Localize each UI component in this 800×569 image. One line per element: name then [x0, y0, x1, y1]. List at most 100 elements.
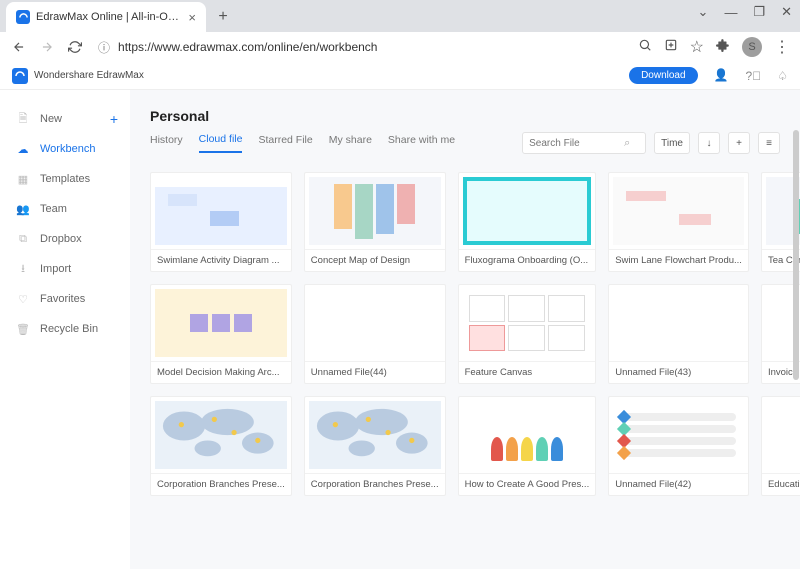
browser-chrome: EdrawMax Online | All-in-One Diag × + ⌄ … — [0, 0, 800, 62]
minimize-icon[interactable]: — — [724, 5, 737, 20]
sidebar-item-label: Import — [40, 263, 71, 275]
file-card[interactable]: Swim Lane Flowchart Produ... — [608, 172, 749, 272]
browser-tab[interactable]: EdrawMax Online | All-in-One Diag × — [6, 2, 206, 32]
sidebar-item-team[interactable]: 👥Team — [0, 194, 130, 224]
trash-icon: 🗑 — [16, 322, 30, 336]
tab-starred-file[interactable]: Starred File — [258, 134, 312, 152]
file-card[interactable]: Concept Map of Design — [304, 172, 446, 272]
cloud-icon: ☁ — [16, 142, 30, 156]
file-grid: Swimlane Activity Diagram ... Concept Map… — [150, 172, 780, 496]
bell-icon[interactable]: ♤ — [777, 69, 788, 83]
sidebar-item-label: New — [40, 113, 62, 125]
search-icon[interactable]: ⌕ — [624, 137, 630, 150]
tab-favicon — [16, 10, 30, 24]
sort-direction-button[interactable]: ↓ — [698, 132, 720, 154]
file-thumbnail — [463, 401, 592, 469]
file-title: Model Decision Making Arc... — [151, 361, 291, 383]
app-header: Wondershare EdrawMax Download 👤 ?⃝ ♤ — [0, 62, 800, 90]
tab-history[interactable]: History — [150, 134, 183, 152]
search-input[interactable] — [529, 138, 624, 149]
sidebar-item-workbench[interactable]: ☁ Workbench — [0, 134, 130, 164]
forward-button — [38, 38, 56, 56]
file-thumbnail — [613, 177, 744, 245]
add-button[interactable]: + — [728, 132, 750, 154]
heart-icon: ♡ — [16, 292, 30, 306]
close-window-icon[interactable]: ✕ — [781, 4, 792, 20]
file-card[interactable]: Feature Canvas — [458, 284, 597, 384]
new-tab-button[interactable]: + — [210, 4, 236, 30]
tab-cloud-file[interactable]: Cloud file — [199, 133, 243, 153]
sidebar-item-recycle-bin[interactable]: 🗑 Recycle Bin — [0, 314, 130, 344]
file-card[interactable]: Corporation Branches Prese... — [150, 396, 292, 496]
main-area: Personal HistoryCloud fileStarred FileMy… — [130, 90, 800, 569]
file-card[interactable]: Corporation Branches Prese... — [304, 396, 446, 496]
file-plus-icon: 🗎 — [16, 112, 30, 126]
download-button[interactable]: Download — [629, 67, 697, 84]
sidebar-item-label: Recycle Bin — [40, 323, 98, 335]
file-title: Corporation Branches Prese... — [151, 473, 291, 495]
sort-button[interactable]: Time — [654, 132, 690, 154]
star-icon[interactable]: ☆ — [690, 37, 704, 57]
sidebar-item-favorites[interactable]: ♡ Favorites — [0, 284, 130, 314]
file-thumbnail — [613, 401, 744, 469]
file-thumbnail — [155, 177, 287, 245]
file-title: How to Create A Good Pres... — [459, 473, 596, 495]
user-avatar-icon[interactable]: 👤 — [714, 68, 730, 84]
reload-button[interactable] — [66, 38, 84, 56]
chevron-down-icon[interactable]: ⌄ — [698, 4, 709, 20]
sidebar-item-label: Workbench — [40, 143, 95, 155]
import-icon: ⭳ — [16, 262, 30, 276]
file-thumbnail — [155, 289, 287, 357]
file-thumbnail — [309, 289, 441, 357]
file-card[interactable]: Unnamed File(43) — [608, 284, 749, 384]
file-card[interactable]: Swimlane Activity Diagram ... — [150, 172, 292, 272]
file-title: Fluxograma Onboarding (O... — [459, 249, 596, 271]
address-actions: ☆ S ⋮ — [638, 37, 790, 57]
url-field[interactable]: ⓘ https://www.edrawmax.com/online/en/wor… — [94, 37, 628, 58]
zoom-icon[interactable] — [638, 38, 652, 57]
plus-icon[interactable]: + — [110, 111, 118, 127]
sidebar-item-label: Favorites — [40, 293, 85, 305]
sidebar-item-new[interactable]: 🗎 New + — [0, 104, 130, 134]
sidebar-item-label: Dropbox — [40, 233, 82, 245]
profile-avatar[interactable]: S — [742, 37, 762, 57]
sidebar-item-label: Team — [40, 203, 67, 215]
search-box[interactable]: ⌕ — [522, 132, 646, 154]
sidebar-item-import[interactable]: ⭳ Import — [0, 254, 130, 284]
file-thumbnail — [309, 177, 441, 245]
file-title: Unnamed File(44) — [305, 361, 445, 383]
list-view-button[interactable]: ≡ — [758, 132, 780, 154]
file-title: Unnamed File(42) — [609, 473, 748, 495]
file-card[interactable]: Unnamed File(44) — [304, 284, 446, 384]
kebab-menu-icon[interactable]: ⋮ — [774, 37, 790, 57]
share-icon[interactable] — [664, 38, 678, 57]
scrollbar[interactable] — [792, 90, 800, 569]
app-body: 🗎 New + ☁ Workbench ▦Templates👥Team⧉Dropbox ⭳ I… — [0, 90, 800, 569]
back-button[interactable] — [10, 38, 28, 56]
file-title: Concept Map of Design — [305, 249, 445, 271]
sidebar: 🗎 New + ☁ Workbench ▦Templates👥Team⧉Dropbox ⭳ I… — [0, 90, 130, 569]
tab-my-share[interactable]: My share — [329, 134, 372, 152]
file-title: Swim Lane Flowchart Produ... — [609, 249, 748, 271]
file-card[interactable]: Unnamed File(42) — [608, 396, 749, 496]
maximize-icon[interactable]: ❐ — [753, 4, 765, 20]
toolbar-right: ⌕ Time ↓ + ≡ — [522, 132, 780, 154]
address-bar: ⓘ https://www.edrawmax.com/online/en/wor… — [0, 32, 800, 62]
file-card[interactable]: Fluxograma Onboarding (O... — [458, 172, 597, 272]
url-text: https://www.edrawmax.com/online/en/workb… — [118, 40, 624, 54]
help-icon[interactable]: ?⃝ — [746, 69, 762, 83]
tabs-row: History Cloud file Starred File My share Sha… — [150, 132, 780, 154]
scrollbar-thumb[interactable] — [793, 130, 799, 380]
file-title: Unnamed File(43) — [609, 361, 748, 383]
file-card[interactable]: How to Create A Good Pres... — [458, 396, 597, 496]
sidebar-item-dropbox[interactable]: ⧉Dropbox — [0, 224, 130, 254]
tab-share-with-me[interactable]: Share with me — [388, 134, 455, 152]
file-card[interactable]: Model Decision Making Arc... — [150, 284, 292, 384]
file-thumbnail — [613, 289, 744, 357]
close-icon[interactable]: × — [188, 10, 196, 25]
file-title: Corporation Branches Prese... — [305, 473, 445, 495]
tab-title: EdrawMax Online | All-in-One Diag — [36, 11, 182, 23]
sidebar-item-templates[interactable]: ▦Templates — [0, 164, 130, 194]
site-info-icon[interactable]: ⓘ — [98, 39, 110, 56]
extensions-icon[interactable] — [716, 38, 730, 57]
